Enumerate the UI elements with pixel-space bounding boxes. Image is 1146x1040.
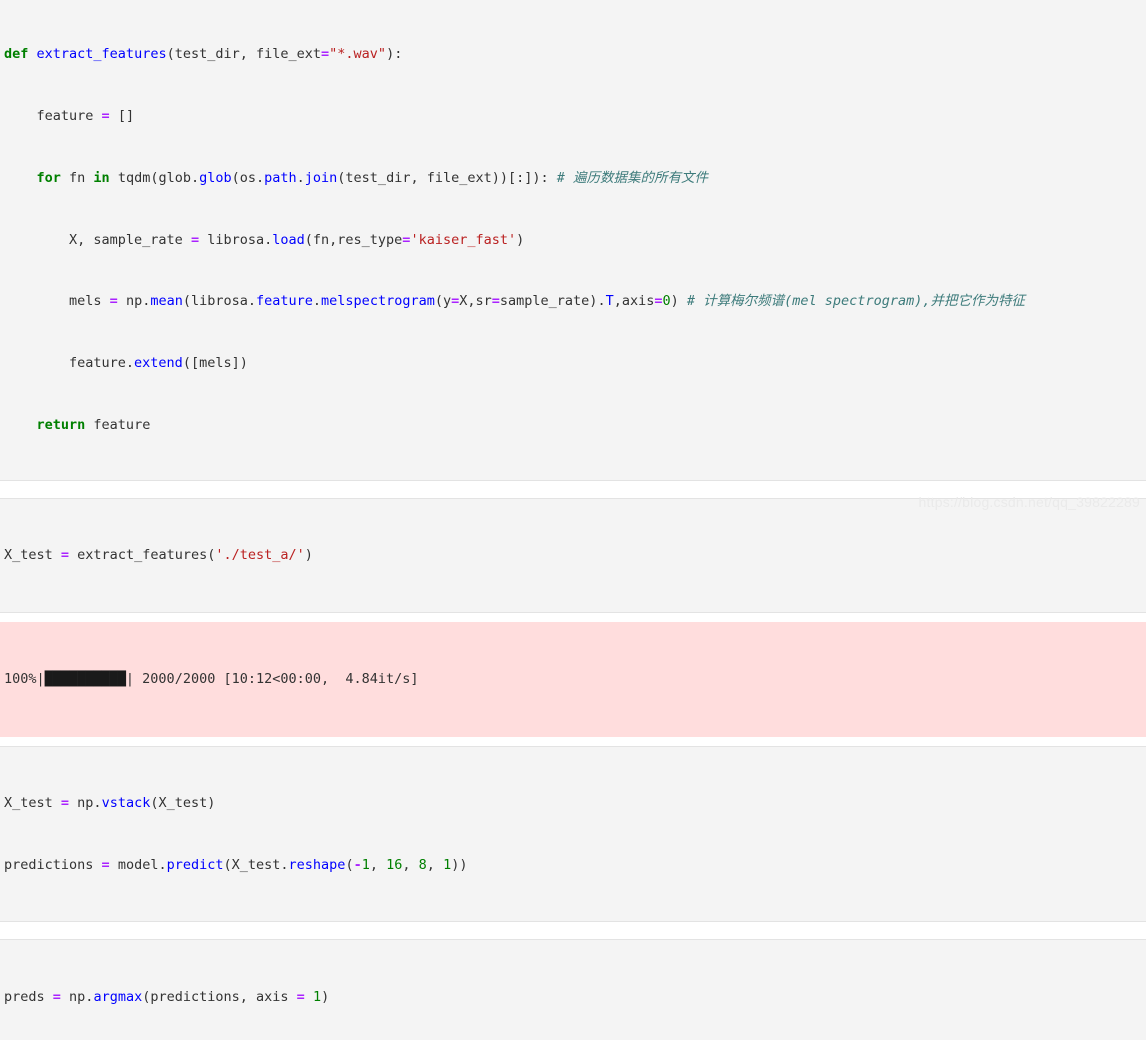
code-line: predictions = model.predict(X_test.resha… bbox=[4, 856, 468, 873]
cell-gap bbox=[0, 480, 1146, 498]
code-line: X_test = extract_features('./test_a/') bbox=[4, 546, 313, 563]
code-line: feature.extend([mels]) bbox=[4, 355, 248, 372]
cell-gap bbox=[0, 922, 1146, 940]
code-cell-submission[interactable]: preds = np.argmax(predictions, axis = 1)… bbox=[0, 939, 1146, 1040]
code-line: mels = np.mean(librosa.feature.melspectr… bbox=[4, 293, 1025, 310]
code-line: def extract_features(test_dir, file_ext=… bbox=[4, 46, 403, 63]
code-cell-extract-features[interactable]: def extract_features(test_dir, file_ext=… bbox=[0, 0, 1146, 481]
output-cell-progress-bar: 100%|██████████| 2000/2000 [10:12<00:00,… bbox=[0, 621, 1146, 737]
cell-gap bbox=[0, 612, 1146, 622]
code-line: for fn in tqdm(glob.glob(os.path.join(te… bbox=[36, 169, 709, 186]
code-line: feature = [] bbox=[4, 107, 135, 124]
code-line: X, sample_rate = librosa.load(fn,res_typ… bbox=[4, 231, 525, 248]
code-cell-predict[interactable]: X_test = np.vstack(X_test) predictions =… bbox=[0, 745, 1146, 923]
progress-bar-line: 100%|██████████| 2000/2000 [10:12<00:00,… bbox=[4, 670, 419, 687]
notebook-container: def extract_features(test_dir, file_ext=… bbox=[0, 0, 1146, 1040]
code-line: X_test = np.vstack(X_test) bbox=[4, 794, 216, 811]
code-line: return feature bbox=[36, 416, 151, 433]
code-cell-run-extract-features[interactable]: X_test = extract_features('./test_a/') bbox=[0, 497, 1146, 613]
cell-gap bbox=[0, 736, 1146, 746]
code-line: preds = np.argmax(predictions, axis = 1) bbox=[4, 988, 330, 1005]
